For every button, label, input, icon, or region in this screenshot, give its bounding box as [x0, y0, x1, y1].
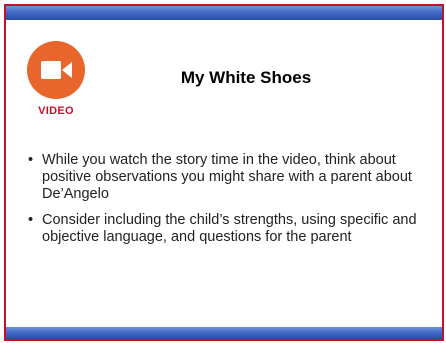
- bullet-text: Consider including the child’s strengths…: [42, 212, 417, 245]
- top-accent-bar: [6, 6, 442, 20]
- video-badge: VIDEO: [26, 41, 86, 117]
- bullet-list: • While you watch the story time in the …: [28, 152, 426, 255]
- video-camera-icon: [27, 41, 85, 99]
- video-label: VIDEO: [38, 105, 74, 117]
- slide-title: My White Shoes: [180, 68, 312, 87]
- bullet-text: While you watch the story time in the vi…: [42, 152, 412, 202]
- bullet-item: • Consider including the child’s strengt…: [28, 212, 426, 246]
- bottom-accent-bar: [6, 327, 442, 339]
- bullet-dot: •: [28, 212, 34, 228]
- slide: VIDEO My White Shoes • While you watch t…: [4, 4, 444, 341]
- bullet-dot: •: [28, 152, 34, 168]
- bullet-item: • While you watch the story time in the …: [28, 152, 426, 203]
